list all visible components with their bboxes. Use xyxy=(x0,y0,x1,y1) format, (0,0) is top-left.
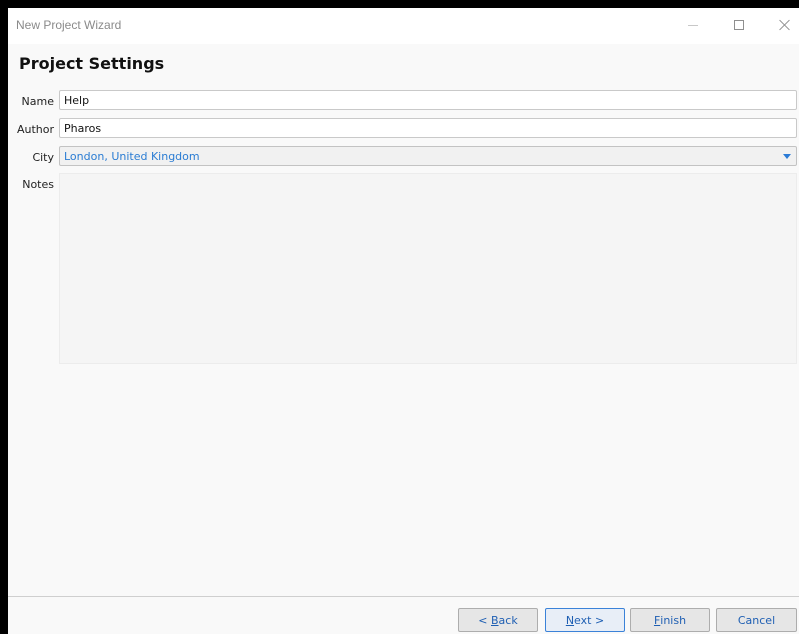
back-mnemonic: B xyxy=(491,613,499,627)
city-select[interactable]: London, United Kingdom xyxy=(59,146,797,166)
page-title: Project Settings xyxy=(19,54,165,73)
minimize-button[interactable] xyxy=(670,8,716,42)
notes-textarea[interactable] xyxy=(59,173,797,364)
finish-button[interactable]: Finish xyxy=(630,608,710,632)
city-label: City xyxy=(32,151,54,164)
back-rest: ack xyxy=(498,613,518,627)
next-rest: ext > xyxy=(574,613,605,627)
window-title: New Project Wizard xyxy=(16,18,122,32)
notes-label: Notes xyxy=(22,178,54,191)
close-icon xyxy=(779,19,791,31)
maximize-icon xyxy=(734,20,744,30)
footer-divider xyxy=(8,596,799,597)
back-button[interactable]: < Back xyxy=(458,608,538,632)
author-label: Author xyxy=(16,123,54,136)
name-field[interactable]: Help xyxy=(59,90,797,110)
close-button[interactable] xyxy=(762,8,799,42)
title-bar: New Project Wizard xyxy=(8,8,799,44)
next-mnemonic: N xyxy=(565,613,575,627)
cancel-label: Cancel xyxy=(737,613,776,627)
cancel-button[interactable]: Cancel xyxy=(716,608,797,632)
minimize-icon xyxy=(688,24,698,26)
city-value: London, United Kingdom xyxy=(64,150,200,163)
chevron-down-icon[interactable] xyxy=(783,154,791,159)
name-label: Name xyxy=(21,95,54,108)
name-value: Help xyxy=(64,94,90,107)
maximize-button[interactable] xyxy=(716,8,762,42)
back-prefix: < xyxy=(478,613,491,627)
author-value: Pharos xyxy=(64,122,102,135)
author-field[interactable]: Pharos xyxy=(59,118,797,138)
wizard-window: New Project Wizard Project Settings Name… xyxy=(0,0,799,634)
finish-rest: inish xyxy=(660,613,687,627)
next-button[interactable]: Next > xyxy=(545,608,625,632)
